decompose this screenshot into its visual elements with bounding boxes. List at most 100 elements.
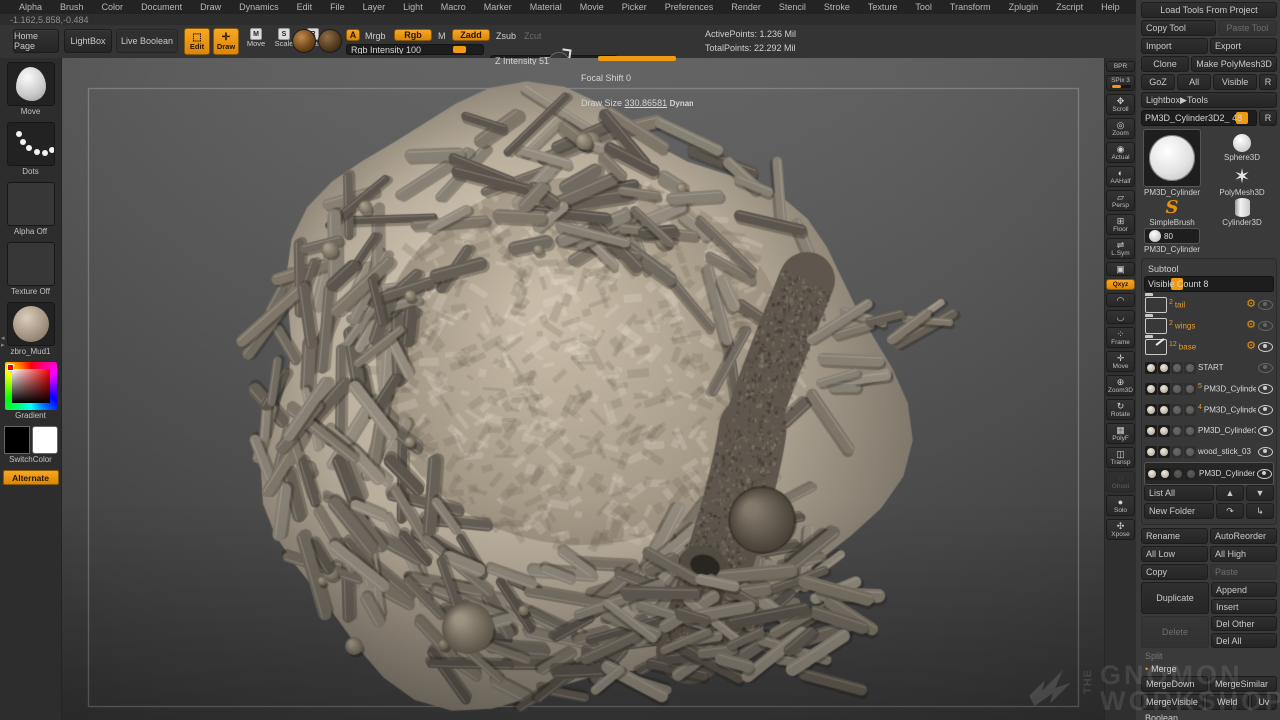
eye-icon[interactable] — [1258, 383, 1273, 394]
live-boolean-button[interactable]: Live Boolean — [116, 29, 178, 53]
main-color-swatch[interactable] — [3, 426, 30, 454]
menu-stencil[interactable]: Stencil — [770, 2, 815, 12]
export-button[interactable]: Export — [1210, 38, 1277, 54]
subtool-pm3d_cylinder3d2_2[interactable]: 4PM3D_Cylinder3D2_2 — [1144, 399, 1274, 420]
tray-divider-handle[interactable]: ◂ ▸ — [1, 335, 5, 349]
current-brush[interactable]: Move — [6, 62, 55, 116]
rgb-intensity-handle[interactable] — [453, 46, 466, 53]
current-texture[interactable]: Texture Off — [6, 242, 55, 296]
zcut-button[interactable]: Zcut — [524, 31, 542, 41]
eye-icon[interactable] — [1258, 299, 1273, 310]
goz-visible-button[interactable]: Visible — [1213, 74, 1257, 90]
spix-slider[interactable] — [1110, 85, 1131, 88]
scroll-button[interactable]: ✥ Scroll — [1106, 94, 1135, 115]
edit-button[interactable]: ⬚ Edit — [184, 28, 210, 55]
menu-document[interactable]: Document — [132, 2, 191, 12]
menu-help[interactable]: Help — [1092, 2, 1129, 12]
pivot-a-icon[interactable]: ◠ — [1106, 293, 1135, 307]
uv-button[interactable]: Uv — [1250, 694, 1278, 710]
subtool-pm3d_cylinder3d2_1[interactable]: PM3D_Cylinder3D2_1 — [1144, 420, 1274, 441]
eye-icon[interactable] — [1258, 320, 1273, 331]
list-all-button[interactable]: List All — [1144, 485, 1214, 501]
bpr-button[interactable]: BPR — [1106, 61, 1135, 72]
current-alpha[interactable]: Alpha Off — [6, 182, 55, 236]
subtool-down-button[interactable]: ▼ — [1246, 485, 1274, 501]
menu-file[interactable]: File — [321, 2, 354, 12]
zoom3d-button[interactable]: ⊕ Zoom3D — [1106, 375, 1135, 396]
current-stroke[interactable]: Dots — [6, 122, 55, 176]
ghost-button[interactable]: ◌ Ghost — [1106, 471, 1135, 492]
menu-color[interactable]: Color — [93, 2, 133, 12]
spix-button[interactable]: SPix 3 — [1106, 75, 1135, 91]
menu-movie[interactable]: Movie — [571, 2, 613, 12]
menu-draw[interactable]: Draw — [191, 2, 230, 12]
floor-button[interactable]: ⊞ Floor — [1106, 214, 1135, 235]
goz-button[interactable]: GoZ — [1141, 74, 1176, 90]
duplicate-button[interactable]: Duplicate — [1141, 582, 1209, 614]
copy-tool-button[interactable]: Copy Tool — [1141, 20, 1216, 36]
load-tools-from-project-button[interactable]: Load Tools From Project — [1141, 2, 1277, 18]
rename-button[interactable]: Rename — [1141, 528, 1208, 544]
goz-all-button[interactable]: All — [1177, 74, 1212, 90]
menu-macro[interactable]: Macro — [432, 2, 475, 12]
menu-zscript[interactable]: Zscript — [1047, 2, 1092, 12]
eye-icon[interactable] — [1258, 446, 1273, 457]
subtool-pm3d_cylinder3d2_3[interactable]: 5PM3D_Cylinder3D2_3 — [1144, 378, 1274, 399]
mergevisible-button[interactable]: MergeVisible — [1141, 694, 1204, 710]
menu-layer[interactable]: Layer — [354, 2, 395, 12]
all-high-button[interactable]: All High — [1210, 546, 1277, 562]
rotate-button[interactable]: ↻ Rotate — [1106, 399, 1135, 420]
menu-picker[interactable]: Picker — [613, 2, 656, 12]
aahalf-button[interactable]: ◐ AAHalf — [1106, 166, 1135, 187]
rgb-button[interactable]: Rgb — [394, 29, 432, 41]
import-button[interactable]: Import — [1141, 38, 1208, 54]
stroke-thumbnail[interactable] — [6, 122, 55, 166]
saturation-value-square[interactable] — [11, 369, 50, 403]
eye-icon[interactable] — [1258, 341, 1273, 352]
subtool-start[interactable]: START — [1144, 357, 1274, 378]
rgb-intensity-slider[interactable]: Rgb Intensity 100 — [346, 44, 484, 55]
paste-button[interactable]: Paste — [1210, 564, 1277, 580]
polyf-button[interactable]: ▦ PolyF — [1106, 423, 1135, 444]
menu-alpha[interactable]: Alpha — [10, 2, 51, 12]
color-picker-gradient[interactable] — [4, 362, 57, 410]
lightbox-tools-button[interactable]: Lightbox▶Tools — [1141, 92, 1277, 108]
subtool-header[interactable]: Subtool — [1148, 264, 1274, 274]
draw-size-slider[interactable]: Draw Size 330.86581 Dynamic — [576, 97, 694, 109]
paste-tool-button[interactable]: Paste Tool — [1217, 20, 1277, 36]
material-thumbnail-1[interactable] — [292, 29, 316, 53]
copy-button[interactable]: Copy — [1141, 564, 1208, 580]
menu-material[interactable]: Material — [521, 2, 571, 12]
append-button[interactable]: Append — [1211, 582, 1277, 597]
subtool-up-button[interactable]: ▲ — [1216, 485, 1244, 501]
tool-polymesh3d[interactable]: ✶ PolyMesh3D — [1207, 163, 1277, 197]
subtool-base[interactable]: 12 base ⚙ — [1144, 334, 1274, 357]
menu-dynamics[interactable]: Dynamics — [230, 2, 288, 12]
current-material[interactable]: zbro_Mud1 — [6, 302, 55, 356]
material-thumbnail-2[interactable] — [318, 29, 342, 53]
alternate-button[interactable]: Alternate — [2, 470, 59, 485]
mrgb-button[interactable]: Mrgb — [365, 31, 386, 41]
tool-pm3d_cylinder[interactable]: 80 PM3D_Cylinder — [1141, 228, 1203, 254]
lightbox-button[interactable]: LightBox — [64, 29, 112, 53]
move-button[interactable]: M Move — [243, 28, 269, 55]
active-tool-slider[interactable]: PM3D_Cylinder3D2_ 48 — [1141, 110, 1257, 126]
eye-icon[interactable] — [1257, 468, 1272, 479]
m-button[interactable]: M — [438, 31, 446, 41]
menu-marker[interactable]: Marker — [475, 2, 521, 12]
eye-icon[interactable] — [1258, 404, 1273, 415]
subtool-wood_stick_03[interactable]: wood_stick_03 — [1144, 441, 1274, 462]
texture-thumbnail[interactable] — [6, 242, 55, 286]
gear-icon[interactable]: ⚙ — [1246, 341, 1256, 352]
boolean-section[interactable]: Boolean — [1145, 713, 1277, 720]
gear-icon[interactable]: ⚙ — [1246, 320, 1256, 331]
mergesimilar-button[interactable]: MergeSimilar — [1210, 676, 1277, 692]
gear-icon[interactable]: ⚙ — [1246, 299, 1256, 310]
persp-button[interactable]: ▱ Persp — [1106, 190, 1135, 211]
frame-button[interactable]: ⁘ Frame — [1106, 327, 1135, 348]
subtool-pm3d_cylinder3d2[interactable]: PM3D_Cylinder3D2 — [1144, 462, 1274, 485]
menu-preferences[interactable]: Preferences — [656, 2, 723, 12]
make-polymesh3d-button[interactable]: Make PolyMesh3D — [1191, 56, 1277, 72]
pivot-b-icon[interactable]: ◡ — [1106, 310, 1135, 324]
anchor-button[interactable]: A — [346, 29, 360, 41]
